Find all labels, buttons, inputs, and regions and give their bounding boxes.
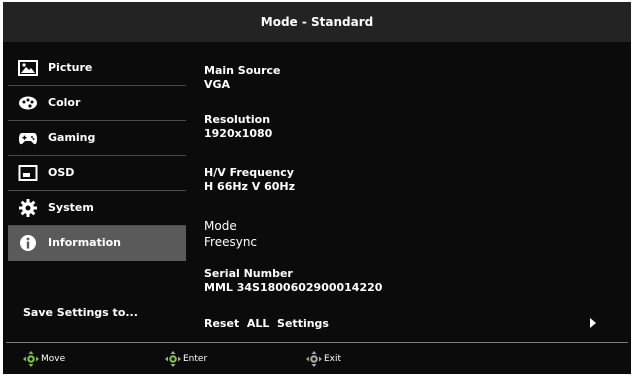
footer-exit-label: Exit [324, 354, 342, 364]
hv-frequency-value: H 66Hz V 60Hz [204, 180, 296, 193]
footer-move-label: Move [41, 354, 66, 364]
serial-number-info: Serial Number MML 34S1800602900014220 [204, 267, 382, 295]
mode-value: Freesync [204, 235, 258, 249]
menu-title: Mode - Standard [3, 2, 631, 42]
mode-info: Mode Freesync [204, 218, 257, 250]
sidebar-item-picture[interactable]: Picture [8, 51, 186, 86]
sidebar-item-osd[interactable]: OSD [8, 156, 186, 191]
sidebar-item-label: Information [48, 236, 121, 249]
sidebar-item-system[interactable]: System [8, 191, 186, 226]
sidebar-item-gaming[interactable]: Gaming [8, 121, 186, 156]
footer-divider [6, 342, 628, 343]
footer-enter-label: Enter [183, 354, 208, 364]
footer-enter: Enter [165, 351, 207, 367]
reset-all-settings-label: Reset ALL Settings [204, 317, 329, 330]
sidebar: Picture Color Gaming OSD System Informat… [8, 51, 186, 261]
hv-frequency-info: H/V Frequency H 66Hz V 60Hz [204, 166, 295, 194]
sidebar-item-information[interactable]: Information [8, 226, 186, 261]
reset-all-settings-button[interactable]: Reset ALL Settings [204, 317, 624, 333]
palette-icon [18, 94, 38, 112]
chevron-right-icon [590, 318, 596, 328]
main-source-value: VGA [204, 78, 231, 91]
dpad-enter-icon [165, 351, 181, 367]
dpad-move-icon [23, 351, 39, 367]
sidebar-item-label: Picture [48, 61, 93, 74]
sidebar-item-color[interactable]: Color [8, 86, 186, 121]
resolution-label: Resolution [204, 113, 271, 126]
save-settings-button[interactable]: Save Settings to... [23, 306, 138, 319]
gear-icon [18, 199, 38, 217]
dpad-exit-icon [306, 351, 322, 367]
resolution-info: Resolution 1920x1080 [204, 113, 272, 141]
gamepad-icon [18, 129, 38, 147]
resolution-value: 1920x1080 [204, 127, 273, 140]
sidebar-item-label: Color [48, 96, 81, 109]
hv-frequency-label: H/V Frequency [204, 166, 294, 179]
info-icon [18, 234, 38, 252]
osd-menu: Mode - Standard Picture Color Gaming OSD [3, 2, 631, 374]
footer-exit: Exit [306, 351, 341, 367]
footer-move: Move [23, 351, 65, 367]
sidebar-item-label: Gaming [48, 131, 96, 144]
osd-window-icon [18, 164, 38, 182]
sidebar-item-label: OSD [48, 166, 75, 179]
sidebar-item-label: System [48, 201, 94, 214]
main-source-info: Main Source VGA [204, 64, 281, 92]
picture-icon [18, 59, 38, 77]
mode-label: Mode [204, 219, 237, 233]
main-source-label: Main Source [204, 64, 281, 77]
serial-number-label: Serial Number [204, 267, 293, 280]
serial-number-value: MML 34S1800602900014220 [204, 281, 383, 294]
